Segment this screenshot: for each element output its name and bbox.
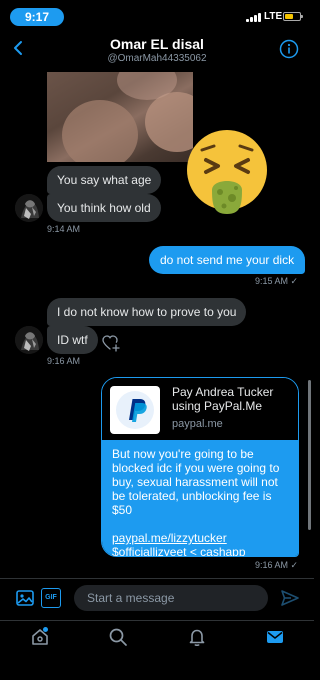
network-label: LTE: [264, 11, 283, 22]
contact-handle: @OmarMah44335062: [107, 53, 207, 64]
conversation-header: Omar EL disal @OmarMah44335062: [0, 30, 314, 72]
bottom-tab-bar: [0, 620, 314, 680]
image-upload-icon[interactable]: [15, 588, 35, 608]
notifications-icon[interactable]: [187, 627, 207, 647]
message-bubble-incoming[interactable]: You say what age: [47, 166, 162, 194]
message-timestamp: 9:15 AM ✓: [255, 276, 299, 286]
contact-avatar[interactable]: [15, 326, 43, 354]
message-bubble-outgoing[interactable]: But now you're going to be blocked idc i…: [102, 440, 298, 557]
avatar-image-icon: [15, 326, 43, 354]
signal-icon: [246, 12, 264, 22]
avatar-image-icon: [15, 194, 43, 222]
message-bubble-incoming[interactable]: ID wtf: [47, 326, 98, 354]
scrollbar[interactable]: [308, 380, 311, 530]
message-timestamp: 9:16 AM: [47, 356, 81, 366]
nauseated-face-emoji[interactable]: [184, 126, 270, 214]
message-timestamp: 9:16 AM ✓: [255, 560, 299, 570]
status-time: 9:17: [10, 8, 64, 26]
message-bubble-incoming[interactable]: You think how old: [47, 194, 161, 222]
info-icon[interactable]: [279, 39, 299, 59]
link-preview-title: Pay Andrea Tucker using PayPal.Me: [172, 385, 274, 413]
gif-button[interactable]: GIF: [41, 588, 61, 608]
message-bubble-outgoing[interactable]: do not send me your dick: [149, 246, 306, 274]
contact-avatar[interactable]: [15, 194, 43, 222]
search-icon[interactable]: [108, 627, 128, 647]
paypal-logo-icon: [110, 386, 160, 434]
send-icon[interactable]: [280, 588, 300, 608]
add-reaction-heart-icon[interactable]: [102, 334, 120, 352]
link-preview-header[interactable]: Pay Andrea Tucker using PayPal.Me paypal…: [102, 378, 298, 440]
message-text: But now you're going to be blocked idc i…: [112, 447, 280, 517]
conversation-thread[interactable]: You say what age You think how old 9:14 …: [0, 72, 314, 578]
battery-icon: [283, 12, 303, 21]
link-preview-domain: paypal.me: [172, 418, 223, 430]
paypal-link[interactable]: paypal.me/lizzytucker: [112, 531, 290, 545]
cashtag-text: $officiallizyeet < cashapp: [112, 545, 246, 557]
divider: [0, 578, 314, 579]
message-timestamp: 9:14 AM: [47, 224, 81, 234]
link-preview-card[interactable]: Pay Andrea Tucker using PayPal.Me paypal…: [101, 377, 299, 557]
contact-name[interactable]: Omar EL disal: [0, 36, 314, 52]
messages-icon[interactable]: [265, 627, 285, 647]
status-bar: 9:17 LTE: [0, 0, 314, 30]
incoming-photo[interactable]: [47, 72, 193, 162]
message-input[interactable]: Start a message: [74, 585, 268, 611]
home-notification-dot: [43, 627, 48, 632]
message-bubble-incoming[interactable]: I do not know how to prove to you: [47, 298, 247, 326]
battery-level: [285, 14, 294, 19]
